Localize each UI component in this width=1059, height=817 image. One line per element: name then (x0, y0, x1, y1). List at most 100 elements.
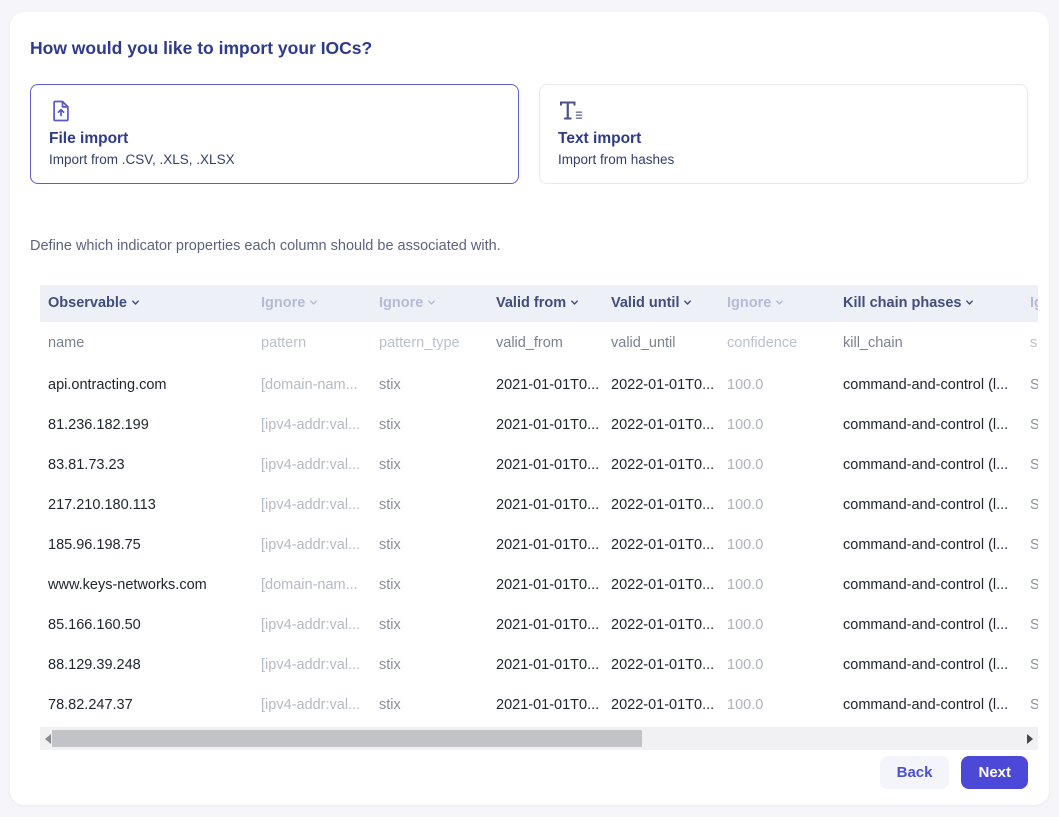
table-cell: 100.0 (719, 605, 835, 645)
column-header-label: Observable (48, 295, 127, 311)
chevron-down-icon (683, 298, 692, 307)
column-header-label: Ignore (261, 295, 305, 311)
table-cell: 81.236.182.199 (40, 405, 253, 445)
table-cell: 100.0 (719, 565, 835, 605)
text-import-option[interactable]: Text import Import from hashes (539, 84, 1028, 184)
table-cell: 217.210.180.113 (40, 485, 253, 525)
table-cell: 2021-01-01T0... (488, 525, 603, 565)
table-cell: [ipv4-addr:val... (253, 645, 371, 685)
table-cell: stix (371, 365, 488, 405)
table-cell: stix (371, 645, 488, 685)
table-cell: command-and-control (l... (835, 685, 1022, 725)
table-cell: S (1022, 525, 1038, 565)
table-cell: 2021-01-01T0... (488, 445, 603, 485)
table-cell: [ipv4-addr:val... (253, 525, 371, 565)
table-cell: 83.81.73.23 (40, 445, 253, 485)
scrollbar-thumb[interactable] (52, 730, 642, 747)
table-row: 83.81.73.23[ipv4-addr:val...stix2021-01-… (40, 445, 1038, 485)
table-cell: 2022-01-01T0... (603, 405, 719, 445)
table-cell: [domain-nam... (253, 565, 371, 605)
import-options: File import Import from .CSV, .XLS, .XLS… (30, 84, 1029, 184)
column-header-label: Ignore (727, 295, 771, 311)
table-row: 81.236.182.199[ipv4-addr:val...stix2021-… (40, 405, 1038, 445)
table-cell: [ipv4-addr:val... (253, 405, 371, 445)
column-header-dropdown[interactable]: Ignore (719, 285, 835, 322)
column-header-dropdown[interactable]: Ignore (253, 285, 371, 322)
chevron-down-icon (775, 298, 784, 307)
table-cell: S (1022, 565, 1038, 605)
column-header-label: Valid until (611, 295, 679, 311)
next-button[interactable]: Next (961, 756, 1028, 789)
table-cell: S (1022, 485, 1038, 525)
table-cell: S (1022, 605, 1038, 645)
table-cell: 100.0 (719, 445, 835, 485)
back-button[interactable]: Back (880, 756, 950, 789)
table-cell: command-and-control (l... (835, 445, 1022, 485)
table-cell: 100.0 (719, 485, 835, 525)
scroll-right-arrow-icon[interactable] (1022, 727, 1038, 750)
mapping-description: Define which indicator properties each c… (30, 237, 1029, 255)
chevron-down-icon (427, 298, 436, 307)
table-cell: 85.166.160.50 (40, 605, 253, 645)
table-header-row: ObservableIgnoreIgnoreValid fromValid un… (40, 285, 1038, 322)
table-cell: 2022-01-01T0... (603, 645, 719, 685)
table-cell: 100.0 (719, 405, 835, 445)
file-import-title: File import (49, 130, 500, 148)
table-cell: [ipv4-addr:val... (253, 605, 371, 645)
table-cell: 88.129.39.248 (40, 645, 253, 685)
table-cell: 2021-01-01T0... (488, 405, 603, 445)
wizard-footer: Back Next (10, 756, 1028, 789)
table-cell: [ipv4-addr:val... (253, 485, 371, 525)
table-cell: stix (371, 525, 488, 565)
table-cell: stix (371, 405, 488, 445)
horizontal-scrollbar[interactable] (40, 727, 1038, 750)
column-header-dropdown[interactable]: Valid from (488, 285, 603, 322)
csv-field-name: s (1022, 322, 1038, 365)
file-import-option[interactable]: File import Import from .CSV, .XLS, .XLS… (30, 84, 519, 184)
table-cell: command-and-control (l... (835, 405, 1022, 445)
table-cell: 2021-01-01T0... (488, 685, 603, 725)
table-cell: S (1022, 365, 1038, 405)
chevron-down-icon (965, 298, 974, 307)
table-cell: 100.0 (719, 685, 835, 725)
table-cell: 2022-01-01T0... (603, 605, 719, 645)
column-header-dropdown[interactable]: Valid until (603, 285, 719, 322)
table-cell: 2021-01-01T0... (488, 365, 603, 405)
table-row: 217.210.180.113[ipv4-addr:val...stix2021… (40, 485, 1038, 525)
table-cell: S (1022, 685, 1038, 725)
column-header-dropdown[interactable]: Observable (40, 285, 253, 322)
table-cell: command-and-control (l... (835, 645, 1022, 685)
table-cell: 100.0 (719, 645, 835, 685)
table-cell: command-and-control (l... (835, 605, 1022, 645)
table-body: api.ontracting.com[domain-nam...stix2021… (40, 365, 1038, 725)
table-cell: stix (371, 445, 488, 485)
table-cell: [ipv4-addr:val... (253, 685, 371, 725)
table-row: 78.82.247.37[ipv4-addr:val...stix2021-01… (40, 685, 1038, 725)
table-cell: [ipv4-addr:val... (253, 445, 371, 485)
column-header-dropdown[interactable]: Ignore (371, 285, 488, 322)
column-mapping-table: ObservableIgnoreIgnoreValid fromValid un… (40, 285, 1038, 725)
table-cell: [domain-nam... (253, 365, 371, 405)
table-row: 85.166.160.50[ipv4-addr:val...stix2021-0… (40, 605, 1038, 645)
file-import-subtitle: Import from .CSV, .XLS, .XLSX (49, 152, 500, 167)
table-cell: command-and-control (l... (835, 485, 1022, 525)
text-type-icon (558, 98, 1009, 124)
column-header-dropdown[interactable]: Kill chain phases (835, 285, 1022, 322)
csv-field-name: valid_until (603, 322, 719, 365)
chevron-down-icon (309, 298, 318, 307)
csv-field-name: valid_from (488, 322, 603, 365)
column-header-label: Ignore (1030, 295, 1038, 311)
table-cell: command-and-control (l... (835, 365, 1022, 405)
text-import-subtitle: Import from hashes (558, 152, 1009, 167)
table-cell: command-and-control (l... (835, 525, 1022, 565)
column-header-dropdown[interactable]: Ignore (1022, 285, 1038, 322)
table-cell: 185.96.198.75 (40, 525, 253, 565)
text-import-title: Text import (558, 130, 1009, 148)
table-cell: 2022-01-01T0... (603, 365, 719, 405)
chevron-down-icon (131, 298, 140, 307)
table-row: api.ontracting.com[domain-nam...stix2021… (40, 365, 1038, 405)
table-row: www.keys-networks.com[domain-nam...stix2… (40, 565, 1038, 605)
csv-field-name: pattern_type (371, 322, 488, 365)
table-cell: 2022-01-01T0... (603, 445, 719, 485)
file-upload-icon (49, 98, 500, 124)
